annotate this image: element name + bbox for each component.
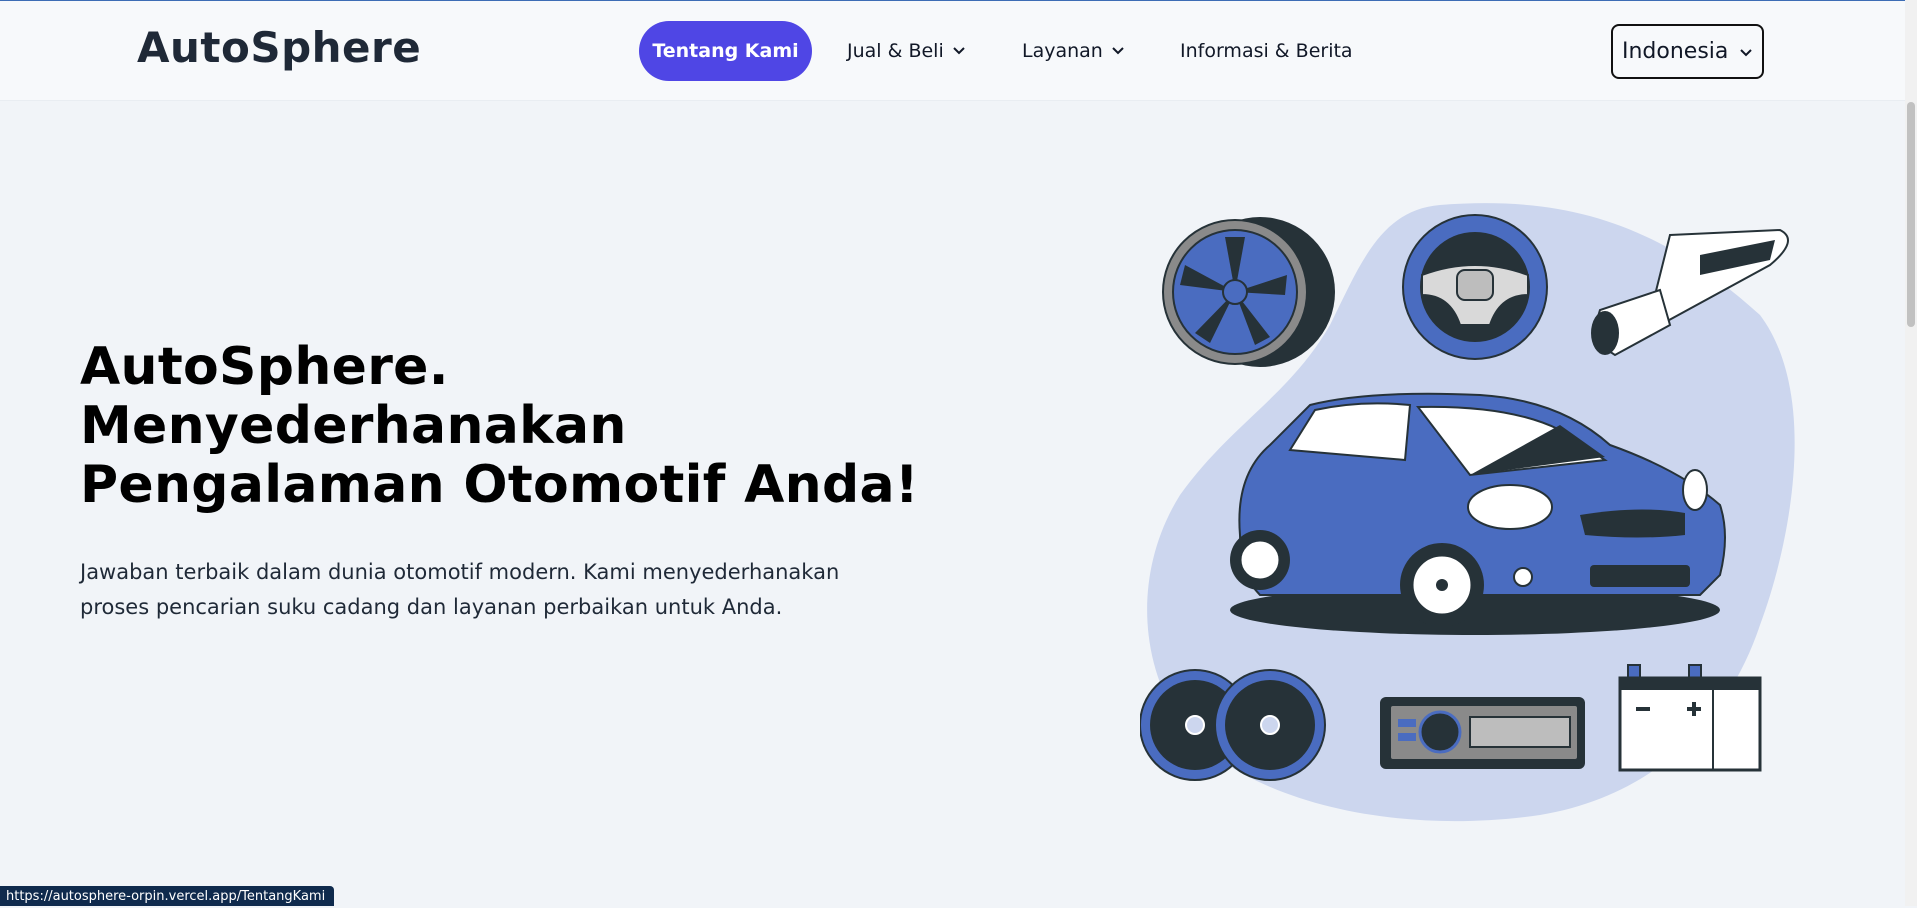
chevron-down-icon bbox=[953, 47, 965, 55]
scrollbar-thumb[interactable] bbox=[1907, 102, 1915, 327]
nav-informasi-berita-label: Informasi & Berita bbox=[1180, 40, 1353, 62]
hero-title-line-1: AutoSphere. bbox=[80, 337, 449, 397]
language-select-value: Indonesia bbox=[1622, 39, 1729, 64]
tire-icon bbox=[1162, 217, 1335, 367]
nav-informasi-berita[interactable]: Informasi & Berita bbox=[1180, 21, 1353, 81]
nav-jual-beli-label: Jual & Beli bbox=[847, 40, 944, 62]
chevron-down-icon bbox=[1112, 47, 1124, 55]
battery-icon bbox=[1618, 664, 1762, 772]
hero-title: AutoSphere. Menyederhanakan Pengalaman O… bbox=[80, 338, 1020, 515]
car-radio-icon bbox=[1380, 697, 1585, 769]
page-scrollbar[interactable] bbox=[1905, 0, 1917, 906]
nav-layanan-label: Layanan bbox=[1022, 40, 1103, 62]
nav-layanan[interactable]: Layanan bbox=[1022, 21, 1125, 81]
language-select[interactable]: Indonesia bbox=[1611, 24, 1764, 79]
speaker-icon bbox=[1140, 669, 1326, 781]
hero-description: Jawaban terbaik dalam dunia otomotif mod… bbox=[80, 560, 840, 619]
chevron-down-icon bbox=[1740, 49, 1752, 57]
site-logo[interactable]: AutoSphere bbox=[137, 23, 421, 72]
steering-wheel-icon bbox=[1402, 214, 1548, 360]
automotive-illustration bbox=[1140, 203, 1795, 822]
navbar: AutoSphere Tentang Kami Jual & Beli Laya… bbox=[0, 1, 1917, 101]
hero-title-line-2: Menyederhanakan bbox=[80, 396, 627, 456]
nav-tentang-kami[interactable]: Tentang Kami bbox=[639, 21, 812, 81]
nav-tentang-kami-label: Tentang Kami bbox=[652, 40, 799, 62]
status-bar-url: https://autosphere-orpin.vercel.app/Tent… bbox=[0, 886, 335, 906]
nav-jual-beli[interactable]: Jual & Beli bbox=[847, 21, 966, 81]
hero-title-line-3: Pengalaman Otomotif Anda! bbox=[80, 455, 919, 515]
